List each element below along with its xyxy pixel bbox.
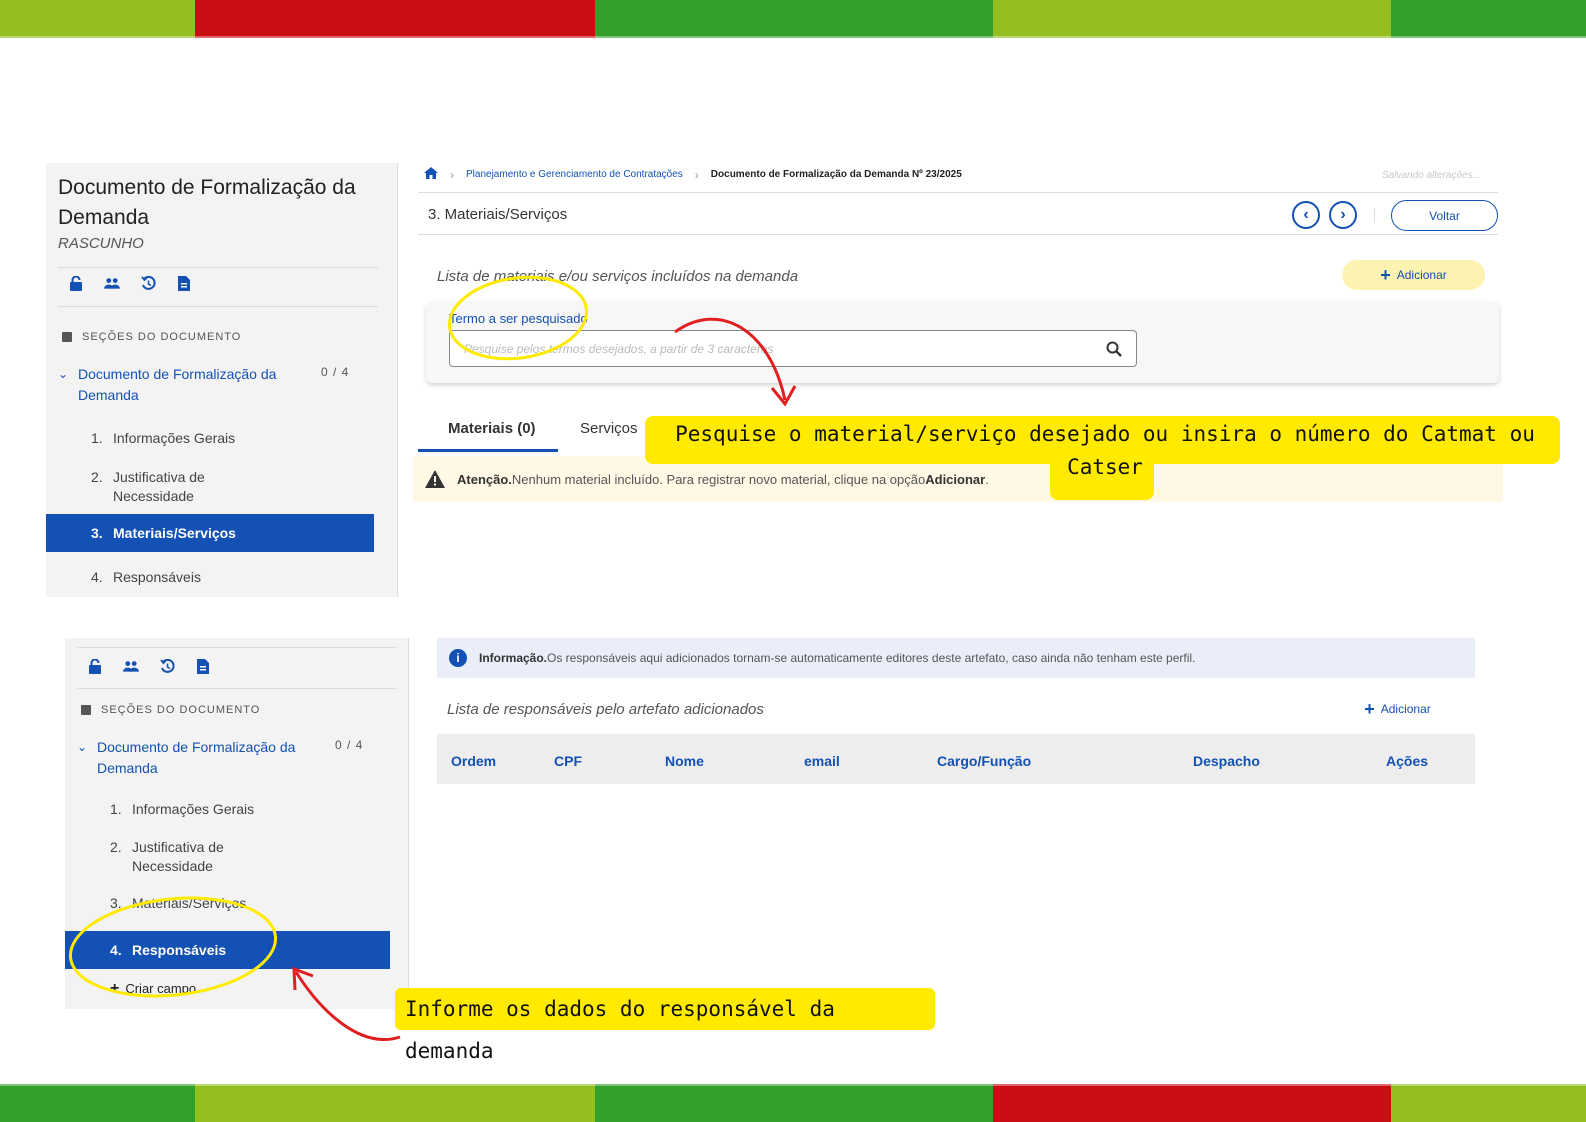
highlight-ellipse-search-label bbox=[447, 275, 589, 361]
arrow-to-search-hint bbox=[674, 317, 787, 401]
annotation-layer bbox=[68, 275, 797, 1041]
bottom-decorative-stripe bbox=[0, 1060, 1586, 1122]
highlight-ellipse-responsaveis bbox=[68, 896, 278, 998]
arrow-to-responsaveis bbox=[294, 971, 401, 1041]
